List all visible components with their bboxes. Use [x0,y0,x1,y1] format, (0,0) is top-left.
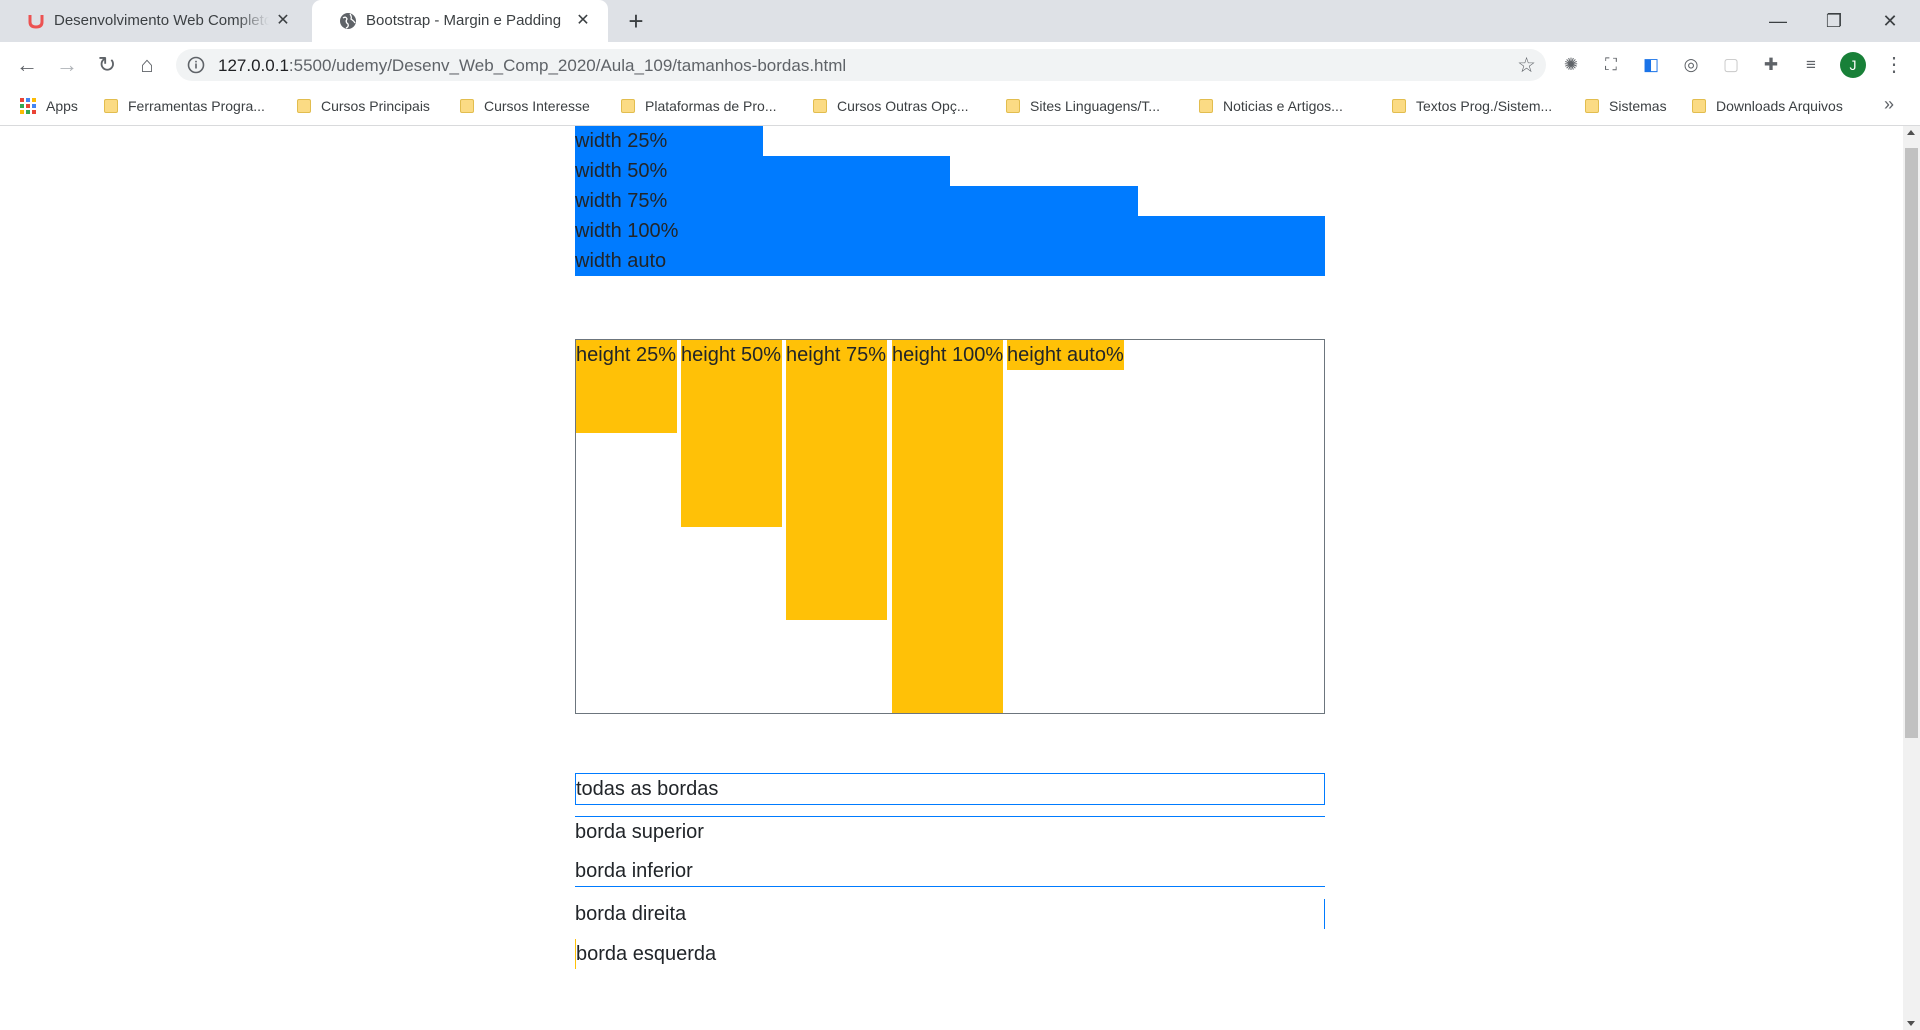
border-bottom-box: borda inferior [575,856,1325,887]
folder-icon [1006,99,1020,113]
bookmark-star-icon[interactable]: ☆ [1517,53,1536,78]
bookmark-apps[interactable]: Apps [20,96,78,116]
content-container: width 25% width 50% width 75% width 100%… [575,126,1325,969]
border-top-box: borda superior [575,816,1325,847]
tab-desenvolvimento-web[interactable]: Desenvolvimento Web Completo ✕ [0,0,308,42]
more-menu-icon[interactable]: ⋮ [1884,52,1904,78]
info-icon[interactable] [186,55,206,75]
height-box-75: height 75% [786,340,887,620]
home-icon[interactable]: ⌂ [132,50,162,80]
bookmark-folder[interactable]: Sistemas [1585,96,1667,116]
bookmark-folder[interactable]: Textos Prog./Sistem... [1392,96,1552,116]
bookmark-folder[interactable]: Plataformas de Pro... [621,96,777,116]
page-viewport: width 25% width 50% width 75% width 100%… [0,126,1903,1030]
address-bar[interactable]: 127.0.0.1:5500/udemy/Desenv_Web_Comp_202… [176,49,1546,81]
extension-circle-icon[interactable]: ◎ [1680,54,1702,76]
folder-icon [104,99,118,113]
bookmarks-bar: Apps Ferramentas Progra... Cursos Princi… [0,86,1920,126]
scroll-down-icon[interactable] [1907,1021,1915,1026]
width-box-25: width 25% [575,126,763,156]
border-all-box: todas as bordas [575,773,1325,805]
width-box-100: width 100% [575,216,1325,246]
folder-icon [1392,99,1406,113]
extension-blue-icon[interactable]: ◧ [1640,54,1662,76]
bookmark-folder[interactable]: Ferramentas Progra... [104,96,265,116]
bookmark-label: Sistemas [1609,98,1667,114]
border-left-box: borda esquerda [575,939,1325,969]
vertical-scrollbar[interactable] [1903,126,1920,1030]
bookmark-label: Apps [46,98,78,114]
bookmark-label: Sites Linguagens/T... [1030,98,1160,114]
folder-icon [1692,99,1706,113]
restore-icon[interactable]: ❐ [1806,4,1862,38]
folder-icon [1585,99,1599,113]
bookmark-folder[interactable]: Downloads Arquivos [1692,96,1843,116]
folder-icon [813,99,827,113]
reload-icon[interactable]: ↻ [92,50,122,80]
bookmark-label: Cursos Outras Opç... [837,98,969,114]
extension-gear-icon[interactable]: ✺ [1560,54,1582,76]
height-box-100: height 100% [892,340,1003,713]
back-arrow-icon[interactable]: ← [12,50,42,80]
bookmark-folder[interactable]: Cursos Interesse [460,96,590,116]
scroll-up-icon[interactable] [1907,130,1915,135]
folder-icon [1199,99,1213,113]
browser-toolbar: ← → ↻ ⌂ 127.0.0.1:5500/udemy/Desenv_Web_… [0,42,1920,86]
tab-bootstrap-margin-padding[interactable]: Bootstrap - Margin e Padding ✕ [312,0,608,42]
url-path: :5500/udemy/Desenv_Web_Comp_2020/Aula_10… [288,56,847,75]
chevron-more-icon[interactable]: » [1884,94,1894,115]
url-text: 127.0.0.1:5500/udemy/Desenv_Web_Comp_202… [218,56,846,76]
border-right-box: borda direita [575,899,1325,929]
height-box-25: height 25% [576,340,677,433]
udemy-icon [26,12,46,30]
width-box-50: width 50% [575,156,950,186]
height-container: height 25% height 50% height 75% height … [575,339,1325,714]
bookmark-label: Ferramentas Progra... [128,98,265,114]
width-section: width 25% width 50% width 75% width 100%… [575,126,1325,276]
extensions-puzzle-icon[interactable]: ✚ [1760,54,1782,76]
extension-square-icon[interactable]: ▢ [1720,54,1742,76]
width-box-auto: width auto [575,246,1325,276]
height-box-50: height 50% [681,340,782,527]
bookmark-folder[interactable]: Sites Linguagens/T... [1006,96,1160,116]
bookmark-label: Downloads Arquivos [1716,98,1843,114]
bookmark-folder[interactable]: Cursos Outras Opç... [813,96,968,116]
width-box-75: width 75% [575,186,1138,216]
tab-strip: Desenvolvimento Web Completo ✕ Bootstrap… [0,0,1920,42]
folder-icon [297,99,311,113]
close-icon[interactable]: ✕ [272,10,294,32]
close-icon[interactable]: ✕ [572,10,594,32]
forward-arrow-icon[interactable]: → [52,50,82,80]
tab-title: Desenvolvimento Web Completo [54,12,269,29]
media-control-icon[interactable]: ≡ [1800,54,1822,76]
bookmark-folder[interactable]: Cursos Principais [297,96,430,116]
bookmark-folder[interactable]: Noticias e Artigos... [1199,96,1343,116]
screenshot-icon[interactable]: ⛶ [1600,54,1622,76]
minimize-icon[interactable]: — [1750,4,1806,38]
bookmark-label: Plataformas de Pro... [645,98,777,114]
bookmark-label: Textos Prog./Sistem... [1416,98,1553,114]
globe-icon [338,12,358,30]
bookmark-label: Cursos Principais [321,98,430,114]
bookmark-label: Cursos Interesse [484,98,590,114]
scrollbar-thumb[interactable] [1905,148,1918,738]
height-box-auto: height auto% [1007,340,1124,370]
url-host: 127.0.0.1 [218,56,289,75]
folder-icon [460,99,474,113]
bookmark-label: Noticias e Artigos... [1223,98,1343,114]
new-tab-button[interactable]: + [622,8,650,36]
apps-grid-icon [20,98,36,114]
tab-title: Bootstrap - Margin e Padding [366,12,562,29]
window-close-icon[interactable]: ✕ [1862,4,1918,38]
folder-icon [621,99,635,113]
profile-avatar[interactable]: J [1840,52,1866,78]
